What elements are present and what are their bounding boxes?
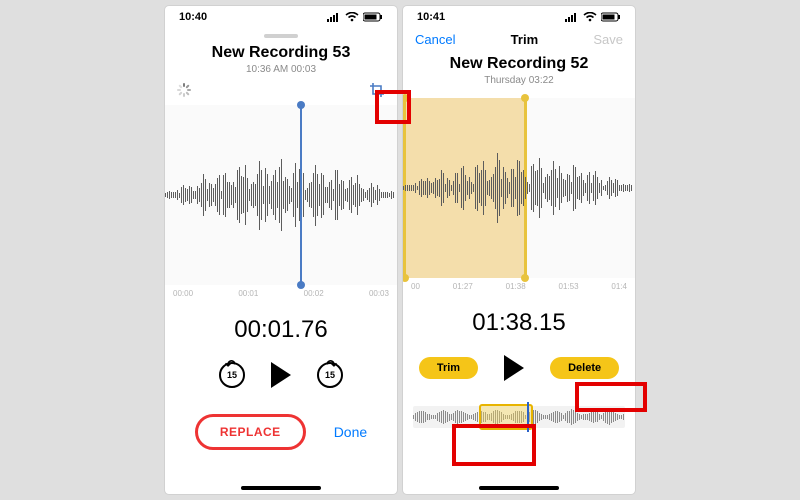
waveform-area[interactable] xyxy=(165,105,397,285)
nav-title: Trim xyxy=(511,32,538,47)
playhead[interactable] xyxy=(300,105,302,285)
signal-icon xyxy=(327,13,341,22)
enhance-processing-icon xyxy=(177,83,191,97)
status-bar: 10:41 xyxy=(403,6,635,28)
home-indicator[interactable] xyxy=(479,486,559,490)
done-button[interactable]: Done xyxy=(334,424,367,440)
recording-title[interactable]: New Recording 53 xyxy=(165,44,397,62)
scrubber-playhead[interactable] xyxy=(527,402,529,432)
scrubber-selection[interactable] xyxy=(479,404,533,430)
screen-edit-recording: 10:40 New Recording 53 10:36 AM 00:03 xyxy=(165,6,397,494)
cancel-button[interactable]: Cancel xyxy=(415,32,455,47)
skip-back-button[interactable]: ↶15 xyxy=(219,362,245,388)
drag-handle[interactable] xyxy=(264,34,298,38)
trim-crop-button[interactable] xyxy=(369,82,385,98)
skip-forward-button[interactable]: ↷15 xyxy=(317,362,343,388)
replace-button[interactable]: REPLACE xyxy=(195,414,306,450)
delete-button[interactable]: Delete xyxy=(550,357,619,379)
recording-subtitle: 10:36 AM 00:03 xyxy=(165,64,397,75)
screen-trim-recording: 10:41 Cancel Trim Save New Recording 52 … xyxy=(403,6,635,494)
recording-subtitle: Thursday 03:22 xyxy=(403,75,635,86)
battery-icon xyxy=(363,12,383,22)
home-indicator[interactable] xyxy=(241,486,321,490)
signal-icon xyxy=(565,13,579,22)
time-ticks: 0001:2701:3801:5301:4 xyxy=(403,278,635,291)
status-time: 10:41 xyxy=(417,11,445,23)
trim-button[interactable]: Trim xyxy=(419,357,478,379)
current-time: 01:38.15 xyxy=(403,309,635,337)
play-button[interactable] xyxy=(271,362,291,388)
nav-bar: Cancel Trim Save xyxy=(403,28,635,51)
status-time: 10:40 xyxy=(179,11,207,23)
status-bar: 10:40 xyxy=(165,6,397,28)
trim-scrubber[interactable] xyxy=(413,399,625,435)
wifi-icon xyxy=(583,12,597,22)
recording-title[interactable]: New Recording 52 xyxy=(403,55,635,73)
current-time: 00:01.76 xyxy=(165,316,397,344)
battery-icon xyxy=(601,12,621,22)
play-button[interactable] xyxy=(504,355,524,381)
wifi-icon xyxy=(345,12,359,22)
time-ticks: 00:0000:0100:0200:03 xyxy=(165,285,397,298)
save-button: Save xyxy=(593,32,623,47)
waveform-area[interactable] xyxy=(403,98,635,278)
